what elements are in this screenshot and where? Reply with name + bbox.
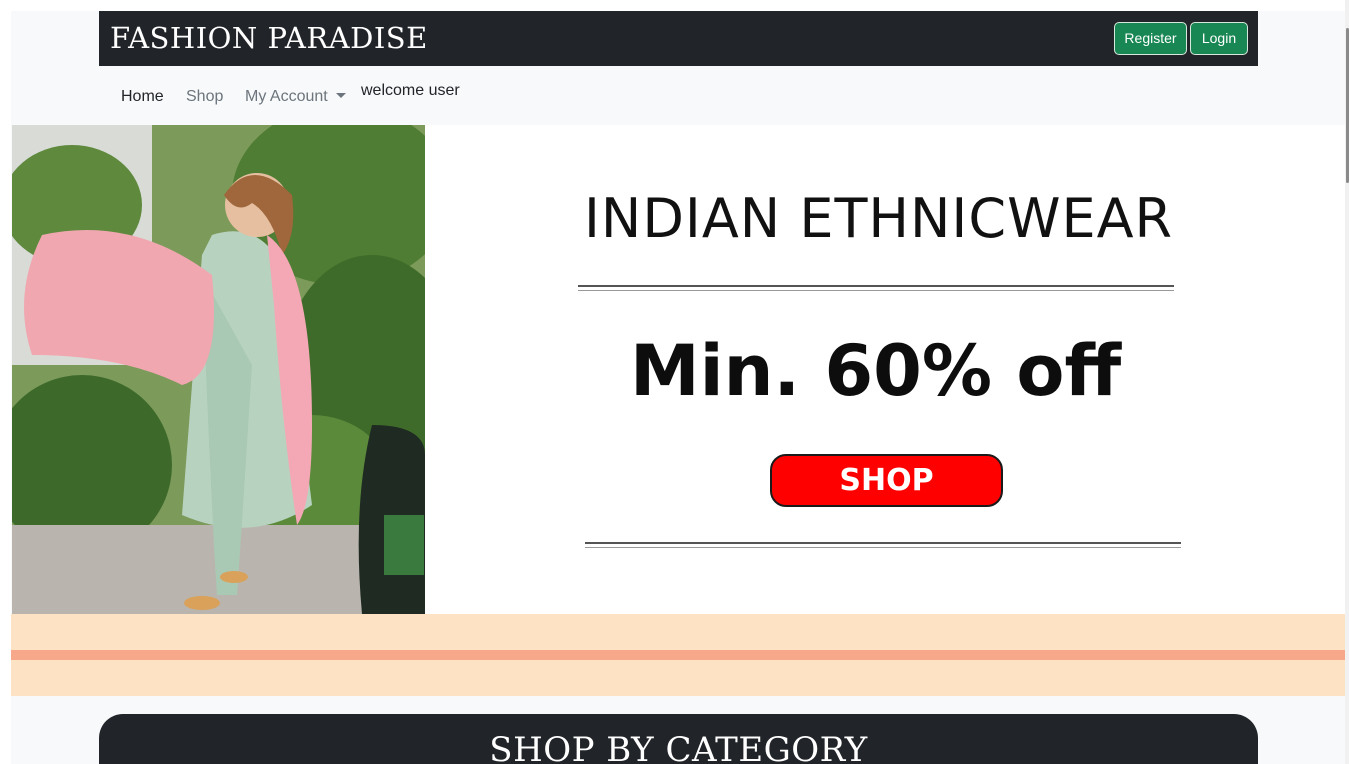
banner-divider-top — [578, 285, 1174, 291]
banner-headline: INDIAN ETHNICWEAR — [584, 187, 1174, 250]
category-title: SHOP BY CATEGORY — [489, 730, 868, 764]
nav-item-my-account[interactable]: My Account — [245, 88, 346, 106]
nav-item-home[interactable]: Home — [121, 88, 164, 106]
top-header: FASHION PARADISE Register Login — [99, 11, 1258, 66]
promo-banner[interactable]: INDIAN ETHNICWEAR Min. 60% off SHOP — [12, 125, 1345, 614]
nav-item-my-account-label: My Account — [245, 88, 328, 105]
register-button[interactable]: Register — [1114, 22, 1187, 55]
welcome-message: welcome user — [361, 82, 460, 99]
main-nav: Home Shop My Account welcome user — [99, 66, 1258, 124]
brand-logo[interactable]: FASHION PARADISE — [110, 20, 428, 56]
scrollbar[interactable] — [1345, 0, 1349, 764]
decorative-strip-line — [11, 650, 1345, 660]
nav-item-shop[interactable]: Shop — [186, 88, 223, 106]
login-button[interactable]: Login — [1190, 22, 1248, 55]
model-photo — [12, 125, 425, 614]
banner-shop-button[interactable]: SHOP — [770, 454, 1003, 507]
model-photo-illustration — [12, 125, 425, 614]
chevron-down-icon — [335, 93, 346, 98]
page: FASHION PARADISE Register Login Home Sho… — [0, 0, 1349, 764]
decorative-strip — [11, 614, 1345, 696]
category-section-header: SHOP BY CATEGORY — [99, 714, 1258, 764]
banner-offer: Min. 60% off — [630, 330, 1122, 412]
banner-divider-bottom — [585, 542, 1181, 548]
